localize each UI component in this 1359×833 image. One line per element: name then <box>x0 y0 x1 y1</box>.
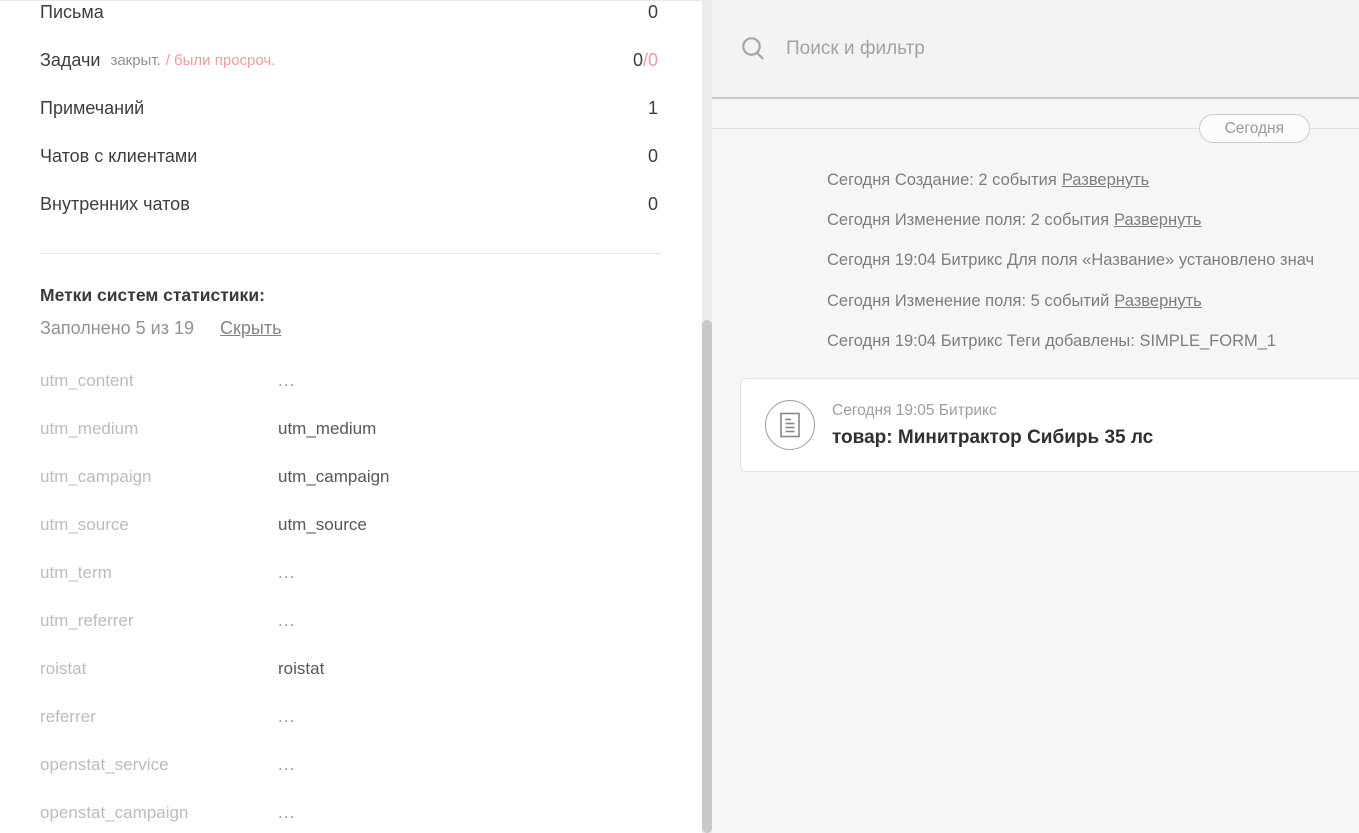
search-icon <box>740 35 767 62</box>
stat-value: 0 <box>648 194 658 215</box>
utm-key: utm_referrer <box>40 611 278 631</box>
utm-value: utm_source <box>278 515 367 535</box>
utm-key: utm_content <box>40 371 278 391</box>
stat-label: Письма <box>40 2 104 23</box>
stat-row-notes: Примечаний 1 <box>40 84 658 132</box>
stats-list: Письма 0 Задачи закрыт. / были просроч. … <box>40 0 658 228</box>
feed-events-list: Сегодня Создание: 2 события Развернуть С… <box>827 160 1359 362</box>
note-meta: Сегодня 19:05 Битрикс <box>832 402 1153 420</box>
stat-value-overdue: /0 <box>643 50 658 71</box>
stat-sublabel-overdue: / были просроч. <box>166 52 276 69</box>
hide-tags-link[interactable]: Скрыть <box>220 318 281 338</box>
utm-row: referrer ... <box>40 693 662 741</box>
event-text: Сегодня Создание: 2 события <box>827 171 1057 190</box>
utm-row: utm_term ... <box>40 549 662 597</box>
scrollbar-thumb[interactable] <box>702 320 712 833</box>
utm-row: utm_campaign utm_campaign <box>40 453 662 501</box>
utm-value: utm_campaign <box>278 467 390 487</box>
stat-label: Задачи <box>40 50 100 71</box>
utm-key: roistat <box>40 659 278 679</box>
utm-key: openstat_campaign <box>40 803 278 823</box>
event-text: Сегодня Изменение поля: 5 событий <box>827 292 1109 311</box>
utm-value: utm_medium <box>278 419 376 439</box>
note-body: Сегодня 19:05 Битрикс товар: Минитрактор… <box>832 402 1153 449</box>
expand-link[interactable]: Развернуть <box>1114 292 1201 311</box>
feed-panel: Сегодня Сегодня Создание: 2 события Разв… <box>712 0 1359 833</box>
utm-row: openstat_service ... <box>40 741 662 789</box>
utm-row: utm_content ... <box>40 357 662 405</box>
stat-row-internal-chats: Внутренних чатов 0 <box>40 180 658 228</box>
stat-row-letters: Письма 0 <box>40 0 658 36</box>
stat-sublabel-closed: закрыт. <box>110 52 160 69</box>
feed-event: Сегодня Изменение поля: 5 событий Развер… <box>827 281 1359 321</box>
event-text: Сегодня 19:04 Битрикс Теги добавлены: SI… <box>827 332 1276 351</box>
lead-info-panel: Письма 0 Задачи закрыт. / были просроч. … <box>0 0 702 833</box>
document-note-icon <box>765 400 815 450</box>
stat-row-tasks: Задачи закрыт. / были просроч. 0 /0 <box>40 36 658 84</box>
utm-key: utm_campaign <box>40 467 278 487</box>
utm-value: roistat <box>278 659 324 679</box>
tags-section-subtitle: Заполнено 5 из 19 Скрыть <box>40 318 281 339</box>
utm-value: ... <box>278 707 295 727</box>
utm-value: ... <box>278 755 295 775</box>
utm-row: utm_source utm_source <box>40 501 662 549</box>
stat-value: 0 <box>633 50 643 71</box>
stat-value: 0 <box>648 2 658 23</box>
left-panel-scrollbar[interactable] <box>702 0 712 833</box>
utm-row: utm_referrer ... <box>40 597 662 645</box>
feed-event: Сегодня Изменение поля: 2 события Развер… <box>827 200 1359 240</box>
utm-tags-table: utm_content ... utm_medium utm_medium ut… <box>40 357 662 833</box>
section-divider <box>40 253 660 254</box>
event-text: Сегодня 19:04 Битрикс Для поля «Название… <box>827 251 1314 270</box>
utm-value: ... <box>278 611 295 631</box>
utm-row: openstat_campaign ... <box>40 789 662 833</box>
expand-link[interactable]: Развернуть <box>1062 171 1149 190</box>
feed-note-card: Сегодня 19:05 Битрикс товар: Минитрактор… <box>740 378 1359 472</box>
event-text: Сегодня Изменение поля: 2 события <box>827 211 1109 230</box>
utm-key: utm_source <box>40 515 278 535</box>
expand-link[interactable]: Развернуть <box>1114 211 1201 230</box>
stat-label: Внутренних чатов <box>40 194 190 215</box>
feed-event: Сегодня 19:04 Битрикс Теги добавлены: SI… <box>827 322 1359 362</box>
feed-search-bar <box>712 0 1359 99</box>
utm-row: roistat roistat <box>40 645 662 693</box>
feed-event: Сегодня 19:04 Битрикс Для поля «Название… <box>827 241 1359 281</box>
utm-key: utm_term <box>40 563 278 583</box>
tags-section-title: Метки систем статистики: <box>40 285 265 306</box>
utm-key: utm_medium <box>40 419 278 439</box>
stat-value: 0 <box>648 146 658 167</box>
stat-label: Чатов с клиентами <box>40 146 197 167</box>
utm-row: utm_medium utm_medium <box>40 405 662 453</box>
stat-value: 1 <box>648 98 658 119</box>
utm-key: referrer <box>40 707 278 727</box>
date-badge: Сегодня <box>1199 114 1310 143</box>
stat-row-client-chats: Чатов с клиентами 0 <box>40 132 658 180</box>
stat-label: Примечаний <box>40 98 144 119</box>
feed-event: Сегодня Создание: 2 события Развернуть <box>827 160 1359 200</box>
tags-filled-count: Заполнено 5 из 19 <box>40 318 194 338</box>
utm-value: ... <box>278 371 295 391</box>
note-title: товар: Минитрактор Сибирь 35 лс <box>832 427 1153 449</box>
utm-value: ... <box>278 803 295 823</box>
search-input[interactable] <box>784 37 1339 61</box>
utm-value: ... <box>278 563 295 583</box>
utm-key: openstat_service <box>40 755 278 775</box>
